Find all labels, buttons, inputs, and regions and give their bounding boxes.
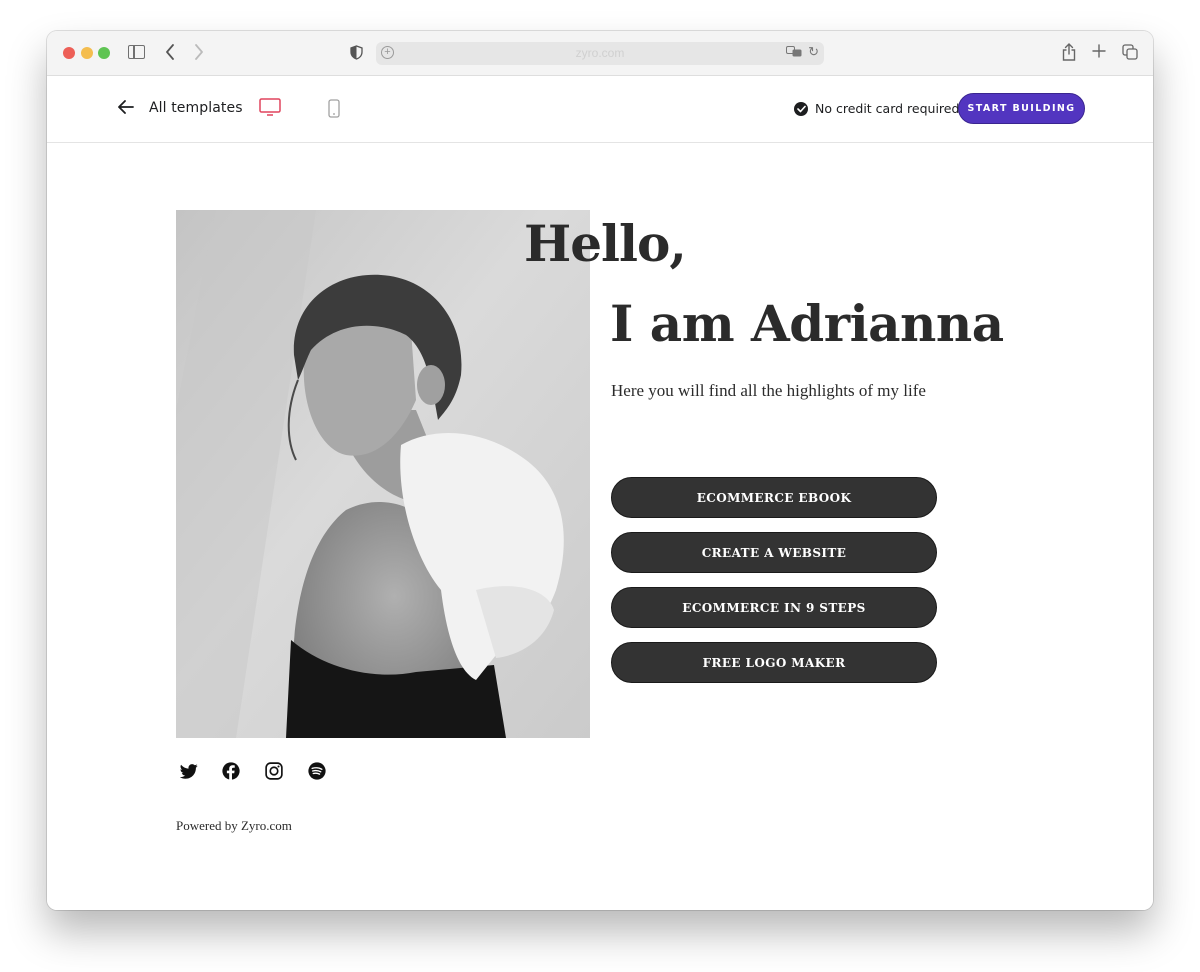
twitter-icon[interactable] [179, 761, 199, 781]
back-arrow-icon[interactable] [117, 98, 135, 118]
facebook-icon[interactable] [221, 761, 241, 781]
address-bar[interactable]: + zyro.com ↻ [376, 42, 824, 65]
template-preview: Hello, I am Adrianna Here you will find … [47, 143, 1153, 910]
ecommerce-9-steps-button[interactable]: ECOMMERCE IN 9 STEPS [611, 587, 937, 628]
forward-chevron-icon[interactable] [191, 41, 207, 63]
name-heading: I am Adrianna [610, 294, 1004, 353]
create-website-button[interactable]: CREATE A WEBSITE [611, 532, 937, 573]
desktop-view-icon[interactable] [259, 98, 281, 118]
portrait-photo [176, 210, 590, 738]
back-chevron-icon[interactable] [162, 41, 178, 63]
zoom-window-button[interactable] [98, 47, 110, 59]
minimize-window-button[interactable] [81, 47, 93, 59]
browser-window: + zyro.com ↻ All templates No credit car… [47, 31, 1153, 910]
new-tab-icon[interactable] [1090, 40, 1108, 62]
no-credit-card-note: No credit card required [794, 101, 959, 116]
greeting-heading: Hello, [524, 214, 687, 273]
mobile-view-icon[interactable] [328, 99, 340, 118]
start-building-button[interactable]: START BUILDING [958, 93, 1085, 124]
template-preview-bar: All templates No credit card required ST… [47, 76, 1153, 143]
credit-note-text: No credit card required [815, 101, 960, 116]
free-logo-maker-button[interactable]: FREE LOGO MAKER [611, 642, 937, 683]
share-icon[interactable] [1061, 42, 1077, 62]
browser-toolbar: + zyro.com ↻ [47, 31, 1153, 76]
tab-overview-icon[interactable] [1122, 44, 1138, 60]
translate-icon[interactable] [786, 46, 802, 61]
ecommerce-ebook-button[interactable]: ECOMMERCE EBOOK [611, 477, 937, 518]
spotify-icon[interactable] [307, 761, 327, 781]
all-templates-link[interactable]: All templates [149, 100, 243, 116]
instagram-icon[interactable] [264, 761, 284, 781]
sidebar-toggle-icon[interactable] [128, 45, 145, 59]
hero-subtitle: Here you will find all the highlights of… [611, 381, 926, 400]
privacy-shield-icon[interactable] [349, 44, 363, 60]
portrait-illustration [176, 210, 590, 738]
check-circle-icon [794, 101, 808, 116]
reload-icon[interactable]: ↻ [808, 44, 819, 60]
address-url[interactable]: zyro.com [376, 46, 824, 60]
powered-by-footer[interactable]: Powered by Zyro.com [176, 818, 292, 834]
close-window-button[interactable] [63, 47, 75, 59]
